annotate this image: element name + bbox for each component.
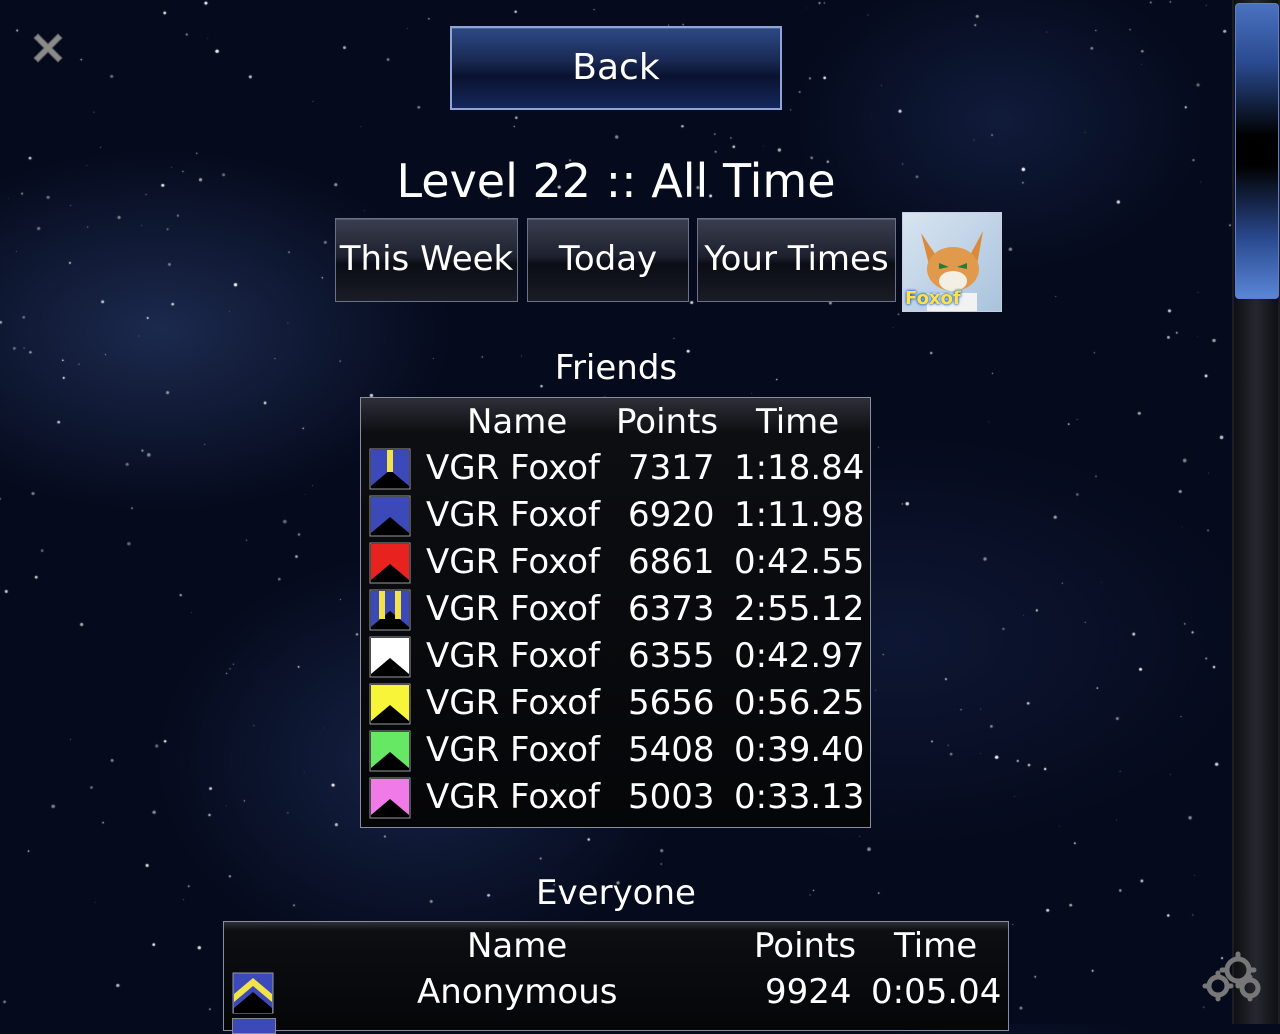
player-name: VGR Foxof: [426, 542, 600, 582]
friends-title: Friends: [554, 348, 678, 388]
avatar-label: Foxof: [905, 288, 961, 309]
tab-this-week[interactable]: This Week: [335, 218, 518, 302]
table-row: Anonymous 9924 0:05.04: [224, 970, 1008, 1017]
column-header-name: Name: [467, 402, 568, 442]
rank-icon: [369, 448, 411, 490]
player-name: VGR Foxof: [426, 683, 600, 723]
rank-icon: [232, 972, 274, 1014]
page-title: Level 22 :: All Time: [396, 154, 836, 208]
table-row: VGR Foxof 6920 1:11.98: [361, 493, 870, 540]
tab-today[interactable]: Today: [527, 218, 689, 302]
friends-table: Name Points Time VGR Foxof 7317 1:18.84 VGR…: [360, 397, 871, 828]
column-header-time: Time: [894, 926, 978, 966]
player-points: 5656: [628, 683, 715, 723]
table-row: VGR Foxof 7317 1:18.84: [361, 446, 870, 493]
column-header-name: Name: [467, 926, 568, 966]
gear-icon[interactable]: [1200, 950, 1266, 1006]
player-points: 5408: [628, 730, 715, 770]
close-icon[interactable]: [28, 28, 68, 68]
player-time: 2:55.12: [734, 589, 865, 629]
everyone-title: Everyone: [536, 873, 696, 913]
partial-rank-icon: [232, 1018, 276, 1034]
column-header-points: Points: [616, 402, 719, 442]
back-button[interactable]: Back: [450, 26, 782, 110]
table-row: VGR Foxof 5003 0:33.13: [361, 775, 870, 822]
table-row: VGR Foxof 6355 0:42.97: [361, 634, 870, 681]
player-time: 0:05.04: [871, 972, 1002, 1012]
rank-icon: [369, 730, 411, 772]
player-points: 7317: [628, 448, 715, 488]
player-time: 0:33.13: [734, 777, 865, 817]
rank-icon: [369, 542, 411, 584]
table-row: VGR Foxof 6373 2:55.12: [361, 587, 870, 634]
player-name: VGR Foxof: [426, 589, 600, 629]
player-time: 1:18.84: [734, 448, 865, 488]
column-header-points: Points: [754, 926, 857, 966]
player-points: 6920: [628, 495, 715, 535]
player-points: 6861: [628, 542, 715, 582]
player-points: 6373: [628, 589, 715, 629]
table-row: VGR Foxof 6861 0:42.55: [361, 540, 870, 587]
rank-icon: [369, 495, 411, 537]
tab-your-times[interactable]: Your Times: [697, 218, 896, 302]
rank-icon: [369, 636, 411, 678]
player-time: 0:42.97: [734, 636, 865, 676]
rank-icon: [369, 777, 411, 819]
player-name: VGR Foxof: [426, 495, 600, 535]
table-row: VGR Foxof 5408 0:39.40: [361, 728, 870, 775]
player-time: 0:39.40: [734, 730, 865, 770]
player-points: 5003: [628, 777, 715, 817]
column-header-time: Time: [756, 402, 840, 442]
player-name: VGR Foxof: [426, 730, 600, 770]
avatar[interactable]: Foxof: [902, 212, 1002, 312]
player-points: 9924: [765, 972, 852, 1012]
player-time: 1:11.98: [734, 495, 865, 535]
player-name: VGR Foxof: [426, 448, 600, 488]
rank-icon: [369, 589, 411, 631]
player-name: VGR Foxof: [426, 636, 600, 676]
player-name: Anonymous: [417, 972, 618, 1012]
scrollbar[interactable]: [1232, 0, 1280, 1024]
table-row: VGR Foxof 5656 0:56.25: [361, 681, 870, 728]
player-time: 0:56.25: [734, 683, 865, 723]
rank-icon: [369, 683, 411, 725]
player-time: 0:42.55: [734, 542, 865, 582]
everyone-table: Name Points Time Anonymous 9924 0:05.04: [223, 921, 1009, 1034]
scrollbar-thumb[interactable]: [1235, 3, 1279, 299]
player-points: 6355: [628, 636, 715, 676]
player-name: VGR Foxof: [426, 777, 600, 817]
